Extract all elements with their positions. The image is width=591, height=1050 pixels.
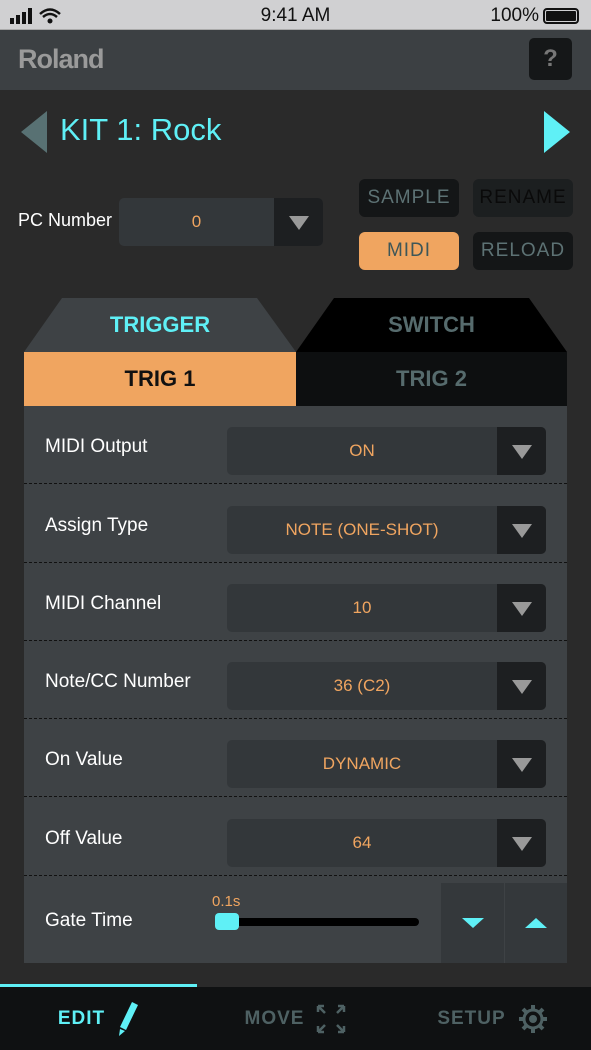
nav-edit[interactable]: EDIT [0,987,197,1050]
setting-value: 10 [352,598,372,617]
setting-row-off-value: Off Value 64 [24,798,567,876]
nav-setup[interactable]: SETUP [394,987,591,1050]
setting-value: 64 [352,833,372,852]
nav-setup-label: SETUP [437,1007,506,1029]
setting-row-gate-time: Gate Time 0.1s [24,883,567,963]
setting-value: ON [349,441,375,460]
slider-handle[interactable] [215,913,239,930]
roland-logo: Roland [18,44,104,74]
off-value-dropdown[interactable]: 64 [227,819,546,867]
gate-time-slider[interactable] [216,918,419,926]
setting-row-note-cc: Note/CC Number 36 (C2) [24,641,567,719]
midi-output-dropdown[interactable]: ON [227,427,546,475]
prev-kit-button[interactable] [21,111,47,153]
midi-button[interactable]: MIDI [359,232,459,270]
tab-switch[interactable]: SWITCH [296,298,567,352]
pc-number-value: 0 [191,212,202,231]
tab-bar: TRIGGER SWITCH [24,298,567,352]
nav-move[interactable]: MOVE [197,987,394,1050]
triangle-down-icon [462,918,484,928]
pc-number-label: PC Number [18,210,113,230]
nav-move-label: MOVE [244,1007,305,1029]
chevron-down-icon [497,427,546,475]
reload-button[interactable]: RELOAD [473,232,573,270]
setting-label: Gate Time [45,910,133,931]
gear-icon [518,1004,547,1033]
chevron-down-icon [497,584,546,632]
pc-number-dropdown[interactable]: 0 [119,198,323,246]
setting-value: DYNAMIC [322,754,402,773]
setting-row-assign-type: Assign Type NOTE (ONE-SHOT) [24,485,567,563]
tab-trig-2[interactable]: TRIG 2 [296,352,567,406]
next-kit-button[interactable] [544,111,570,153]
note-cc-dropdown[interactable]: 36 (C2) [227,662,546,710]
setting-label: Note/CC Number [45,671,191,692]
move-arrows-icon [317,1004,346,1033]
increment-button[interactable] [505,883,567,963]
setting-value: 36 (C2) [333,676,391,695]
chevron-down-icon [274,198,323,246]
setting-label: Off Value [45,828,123,849]
triangle-up-icon [525,918,547,928]
midi-channel-dropdown[interactable]: 10 [227,584,546,632]
on-value-dropdown[interactable]: DYNAMIC [227,740,546,788]
decrement-button[interactable] [441,883,504,963]
setting-row-midi-output: MIDI Output ON [24,406,567,484]
tab-trigger[interactable]: TRIGGER [24,298,296,352]
kit-title: KIT 1: Rock [60,112,222,147]
assign-type-dropdown[interactable]: NOTE (ONE-SHOT) [227,506,546,554]
chevron-down-icon [497,819,546,867]
pencil-icon [119,1001,139,1036]
setting-value: NOTE (ONE-SHOT) [285,520,439,539]
chevron-down-icon [497,662,546,710]
setting-label: Assign Type [45,515,149,536]
gate-time-value: 0.1s [212,893,241,910]
bottom-nav: EDIT MOVE SETUP [0,987,591,1050]
setting-label: MIDI Output [45,436,148,457]
sample-button[interactable]: SAMPLE [359,179,459,217]
setting-label: MIDI Channel [45,593,162,614]
status-bar: 9:41 AM 100% [0,0,591,30]
app-header: Roland ? [0,30,591,90]
nav-edit-label: EDIT [57,1007,106,1029]
rename-button[interactable]: RENAME [473,179,573,217]
chevron-down-icon [497,740,546,788]
battery-icon [543,8,579,24]
setting-label: On Value [45,749,123,770]
help-button[interactable]: ? [529,38,572,80]
tab-trig-1[interactable]: TRIG 1 [24,352,296,406]
setting-row-midi-channel: MIDI Channel 10 [24,563,567,641]
chevron-down-icon [497,506,546,554]
battery-percent: 100% [490,5,539,26]
setting-row-on-value: On Value DYNAMIC [24,719,567,797]
settings-panel: MIDI Output ON Assign Type NOTE (ONE-SHO… [24,406,567,963]
